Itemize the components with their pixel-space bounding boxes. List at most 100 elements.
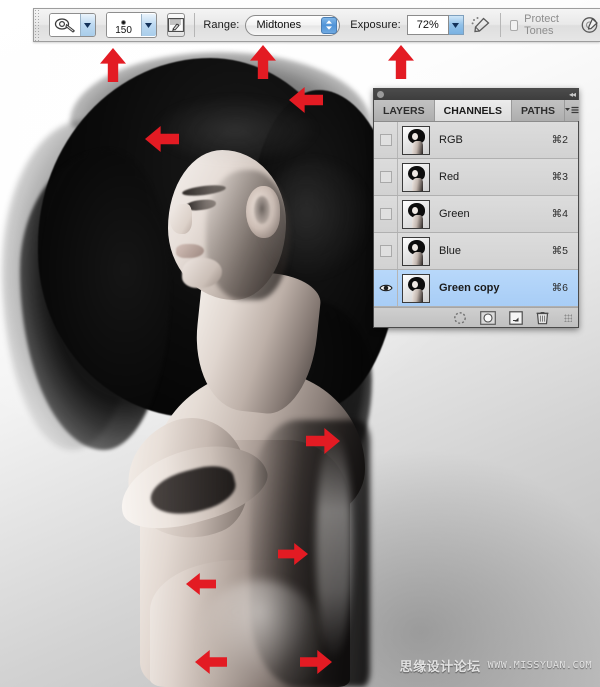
protect-tones-checkbox[interactable]: Protect Tones xyxy=(509,13,571,37)
toggle-brush-panel-button[interactable] xyxy=(166,13,185,37)
channels-panel[interactable]: ◂◂ LAYERS CHANNELS PATHS RGB ⌘2 Red ⌘3 Green… xyxy=(373,88,580,328)
range-select[interactable]: Midtones xyxy=(245,14,341,36)
tool-options-bar: 150 Range: Midtones Exposure: 72% Protec… xyxy=(33,8,600,42)
channel-row[interactable]: Green copy ⌘6 xyxy=(374,270,578,307)
arrow-waist-left xyxy=(186,573,216,595)
channel-visibility-toggle[interactable] xyxy=(374,196,398,232)
body-rim-light xyxy=(316,430,352,660)
channel-name: Green copy xyxy=(439,282,500,294)
range-stepper-icon[interactable] xyxy=(321,16,338,34)
channel-shortcut: ⌘4 xyxy=(551,208,568,220)
arrow-glyph-icon xyxy=(306,428,340,454)
options-bar-drag-grip[interactable] xyxy=(34,9,41,41)
protect-tones-checkbox-box[interactable] xyxy=(509,19,519,31)
visibility-empty-slot xyxy=(379,134,392,146)
arrow-hair-upper-right xyxy=(289,87,323,113)
arrow-glyph-icon xyxy=(145,126,179,152)
arrow-glyph-icon xyxy=(388,45,414,79)
channel-visibility-toggle[interactable] xyxy=(374,159,398,195)
arrow-hip-left xyxy=(195,650,227,674)
arrow-shoulder-right xyxy=(306,428,340,454)
tablet-pressure-icon xyxy=(581,17,598,33)
brush-preset-chevron-down-icon[interactable] xyxy=(140,14,156,36)
channel-visibility-toggle[interactable] xyxy=(374,270,398,306)
protect-tones-label: Protect Tones xyxy=(524,13,559,37)
channel-row[interactable]: Green ⌘4 xyxy=(374,196,578,233)
brush-size-label: 150 xyxy=(115,25,132,36)
subject-nose xyxy=(170,204,192,234)
options-divider-2 xyxy=(500,13,501,37)
exposure-label: Exposure: xyxy=(350,19,401,31)
panel-tab-strip[interactable]: LAYERS CHANNELS PATHS xyxy=(374,100,580,122)
range-selected-value: Midtones xyxy=(256,19,302,31)
load-channel-as-selection-icon[interactable] xyxy=(453,311,467,325)
exposure-control[interactable]: 72% xyxy=(401,15,464,35)
arrow-glyph-icon xyxy=(278,543,308,565)
visibility-empty-slot xyxy=(379,208,392,220)
range-label: Range: xyxy=(203,19,240,31)
channel-shortcut: ⌘2 xyxy=(551,134,568,146)
screenshot-root: 150 Range: Midtones Exposure: 72% Protec… xyxy=(0,0,600,687)
panel-resize-grip[interactable] xyxy=(564,313,572,322)
arrow-glyph-icon xyxy=(289,87,323,113)
arrow-hair-left xyxy=(145,126,179,152)
brush-preset-picker[interactable]: 150 xyxy=(105,12,157,38)
tablet-pressure-button[interactable] xyxy=(580,16,600,34)
channel-thumbnail xyxy=(402,236,430,266)
arrow-glyph-icon xyxy=(300,650,332,674)
delete-channel-icon[interactable] xyxy=(536,310,549,325)
channel-thumbnail xyxy=(402,162,430,192)
tab-paths[interactable]: PATHS xyxy=(511,100,566,121)
channel-row[interactable]: Blue ⌘5 xyxy=(374,233,578,270)
channel-visibility-toggle[interactable] xyxy=(374,122,398,158)
channel-shortcut: ⌘3 xyxy=(551,171,568,183)
arrow-glyph-icon xyxy=(250,45,276,79)
channel-list[interactable]: RGB ⌘2 Red ⌘3 Green ⌘4 Blue ⌘5 Green copy ⌘6 xyxy=(374,122,578,307)
visibility-empty-slot xyxy=(379,171,392,183)
save-selection-as-channel-icon[interactable] xyxy=(480,310,496,325)
arrow-glyph-icon xyxy=(186,573,216,595)
exposure-chevron-down-icon[interactable] xyxy=(448,15,464,35)
panel-title-bar[interactable]: ◂◂ xyxy=(374,89,578,100)
channel-row[interactable]: Red ⌘3 xyxy=(374,159,578,196)
channel-name: Blue xyxy=(439,245,462,257)
options-divider-1 xyxy=(193,13,195,37)
panel-menu-icon[interactable] xyxy=(565,100,580,121)
channel-visibility-toggle[interactable] xyxy=(374,233,398,269)
brush-panel-icon xyxy=(167,18,184,32)
channel-shortcut: ⌘5 xyxy=(551,245,568,257)
visibility-empty-slot xyxy=(379,245,392,257)
create-new-channel-icon[interactable] xyxy=(509,310,523,325)
arrow-top-center xyxy=(250,45,276,79)
channels-panel-footer[interactable] xyxy=(374,307,578,327)
arrow-waist-right xyxy=(278,543,308,565)
exposure-input[interactable]: 72% xyxy=(406,15,449,35)
arrow-glyph-icon xyxy=(195,650,227,674)
channel-row[interactable]: RGB ⌘2 xyxy=(374,122,578,159)
eye-icon xyxy=(378,284,393,292)
airbrush-icon xyxy=(471,17,490,33)
tab-channels[interactable]: CHANNELS xyxy=(434,100,512,121)
watermark-site-name: 思缘设计论坛 xyxy=(399,660,481,675)
hair-sheen-right xyxy=(262,160,372,280)
airbrush-button[interactable] xyxy=(471,16,491,34)
arrow-glyph-icon xyxy=(100,48,126,82)
brush-size-preview: 150 xyxy=(106,13,141,37)
panel-close-icon[interactable] xyxy=(377,91,384,98)
channel-name: Green xyxy=(439,208,470,220)
dodge-tool-preset-picker[interactable] xyxy=(48,13,96,37)
arrow-hip-right xyxy=(300,650,332,674)
channel-thumbnail xyxy=(402,273,430,303)
dodge-tool-chevron-down-icon[interactable] xyxy=(79,14,95,36)
arrow-top-left xyxy=(100,48,126,82)
channel-thumbnail xyxy=(402,125,430,155)
panel-collapse-icon[interactable]: ◂◂ xyxy=(569,90,576,99)
channel-shortcut: ⌘6 xyxy=(551,282,568,294)
watermark-url: WWW.MISSYUAN.COM xyxy=(487,660,592,671)
watermark: 思缘设计论坛 WWW.MISSYUAN.COM xyxy=(400,656,592,675)
arrow-top-right xyxy=(388,45,414,79)
channel-name: Red xyxy=(439,171,460,183)
tab-layers[interactable]: LAYERS xyxy=(374,100,435,121)
dodge-tool-icon xyxy=(49,14,80,36)
channel-name: RGB xyxy=(439,134,463,146)
